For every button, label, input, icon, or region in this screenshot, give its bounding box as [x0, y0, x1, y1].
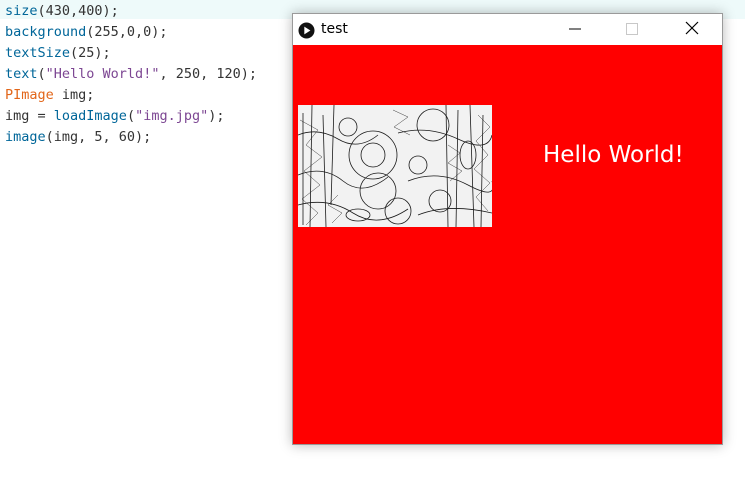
code-token: img; [53, 87, 95, 103]
code-token: ); [208, 108, 225, 124]
code-token: (25); [70, 45, 111, 61]
sketch-window[interactable]: test Hello World! [292, 13, 723, 445]
code-token: text [5, 66, 38, 82]
title-bar[interactable]: test [293, 14, 722, 45]
sketch-image [298, 105, 492, 227]
sketch-canvas[interactable]: Hello World! [293, 45, 722, 444]
code-text[interactable]: size(430,400); background(255,0,0); textSi… [5, 1, 257, 148]
minimize-icon [569, 20, 581, 39]
code-line[interactable]: image(img, 5, 60); [5, 127, 257, 148]
code-token: "Hello World!" [45, 66, 160, 82]
maximize-button[interactable] [609, 14, 655, 45]
window-title: test [321, 21, 348, 37]
code-token: (img, 5, 60); [45, 129, 152, 145]
code-token: loadImage [53, 108, 127, 124]
close-icon [685, 20, 699, 39]
play-icon [298, 22, 315, 39]
maximize-icon [626, 20, 638, 39]
code-token: PImage [5, 87, 54, 103]
close-button[interactable] [669, 14, 715, 45]
code-token: (430,400); [37, 3, 119, 19]
code-line[interactable]: img = loadImage("img.jpg"); [5, 106, 257, 127]
code-token: image [5, 129, 46, 145]
minimize-button[interactable] [552, 14, 598, 45]
code-token: img = [5, 108, 54, 124]
code-token: ( [126, 108, 136, 124]
code-line[interactable]: size(430,400); [5, 1, 257, 22]
code-token: (255,0,0); [86, 24, 168, 40]
hello-text: Hello World! [543, 142, 684, 168]
code-line[interactable]: textSize(25); [5, 43, 257, 64]
code-line[interactable]: text("Hello World!", 250, 120); [5, 64, 257, 85]
code-token: background [5, 24, 87, 40]
code-token: textSize [5, 45, 71, 61]
code-token: size [5, 3, 38, 19]
code-token: ( [37, 66, 46, 82]
code-token: "img.jpg" [135, 108, 209, 124]
code-line[interactable]: PImage img; [5, 85, 257, 106]
code-token: , 250, 120); [159, 66, 257, 82]
code-line[interactable]: background(255,0,0); [5, 22, 257, 43]
